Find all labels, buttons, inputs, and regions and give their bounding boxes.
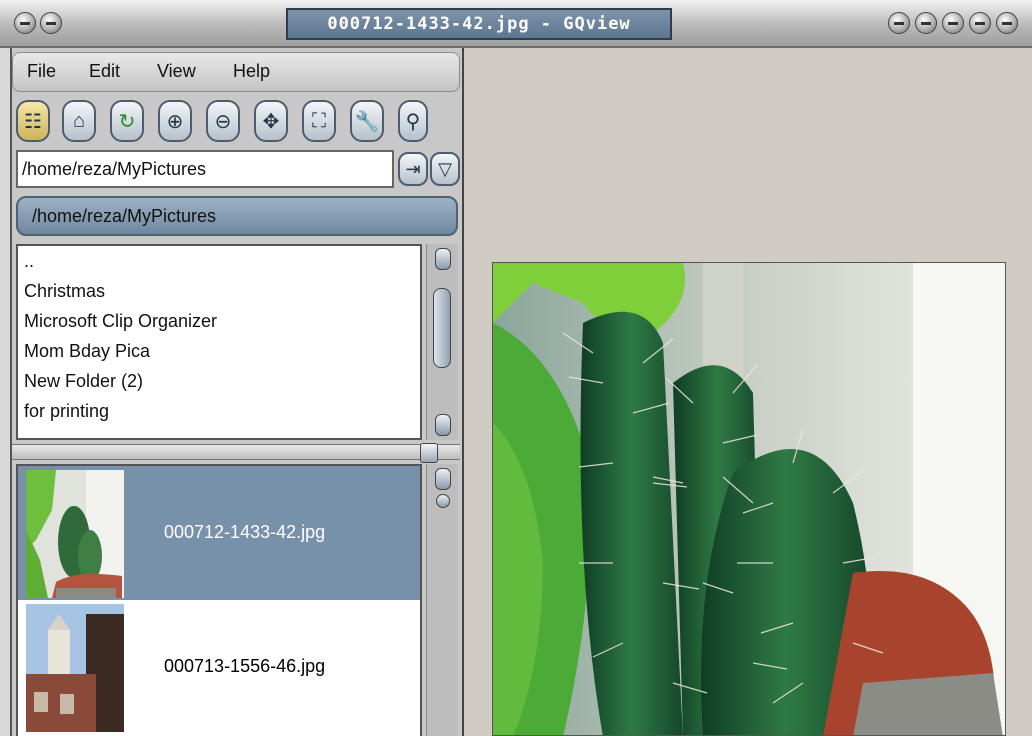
zoom-in-button[interactable]: ⊕ [158, 100, 192, 142]
scroll-thumb[interactable] [433, 288, 451, 368]
thumbnail-cactus [26, 470, 124, 598]
current-path-button[interactable]: /home/reza/MyPictures [16, 196, 458, 236]
path-input[interactable]: /home/reza/MyPictures [16, 150, 394, 188]
image-cactus [492, 262, 1006, 736]
scroll-thumb[interactable] [436, 494, 450, 508]
shade-button[interactable] [40, 12, 62, 34]
pin-icon: ⚲ [405, 110, 421, 133]
list-item[interactable]: Mom Bday Pica [18, 336, 420, 366]
close-button[interactable] [996, 12, 1018, 34]
window-title: 000712-1433-42.jpg - GQview [286, 8, 672, 40]
window-menu-button[interactable] [14, 12, 36, 34]
scroll-down-arrow[interactable] [435, 414, 451, 436]
go-button[interactable]: ⇥ [398, 152, 428, 186]
refresh-icon: ↻ [118, 110, 136, 133]
thumbnails-icon: ☷ [24, 110, 42, 133]
scroll-up-arrow[interactable] [435, 468, 451, 490]
list-item[interactable]: Christmas [18, 276, 420, 306]
menu-edit[interactable]: Edit [89, 61, 120, 82]
menu-bar: File Edit View Help [12, 52, 460, 92]
file-name: 000712-1433-42.jpg [164, 522, 326, 542]
list-item[interactable]: New Folder (2) [18, 366, 420, 396]
file-name: 000713-1556-46.jpg [164, 656, 326, 676]
menu-file[interactable]: File [27, 61, 56, 82]
zoom-in-icon: ⊕ [166, 110, 184, 133]
list-item[interactable]: for printing [18, 396, 420, 426]
title-bar[interactable]: 000712-1433-42.jpg - GQview [0, 0, 1032, 48]
menu-view[interactable]: View [157, 61, 196, 82]
minimize-button[interactable] [942, 12, 964, 34]
go-arrow-icon: ⇥ [405, 159, 421, 179]
window-button-2[interactable] [915, 12, 937, 34]
path-row: /home/reza/MyPictures ⇥ ▽ [16, 150, 462, 190]
gqview-window: 000712-1433-42.jpg - GQview File Edit Vi… [0, 0, 1032, 736]
fullscreen-icon: ⛶ [312, 109, 326, 132]
file-row[interactable]: 000713-1556-46.jpg [18, 600, 420, 734]
home-button[interactable]: ⌂ [62, 100, 96, 142]
refresh-button[interactable]: ↻ [110, 100, 144, 142]
toolbar: ☷ ⌂ ↻ ⊕ ⊖ ✥ ⛶ 🔧 ⚲ [16, 98, 460, 146]
maximize-button[interactable] [969, 12, 991, 34]
image-view-pane[interactable] [462, 48, 1032, 736]
home-icon: ⌂ [72, 109, 86, 132]
file-row-selected[interactable]: 000712-1433-42.jpg [18, 466, 420, 600]
history-dropdown-button[interactable]: ▽ [430, 152, 460, 186]
triangle-down-icon: ▽ [438, 159, 452, 179]
float-button[interactable]: ⚲ [398, 100, 428, 142]
list-item[interactable]: Microsoft Clip Organizer [18, 306, 420, 336]
file-list: 000712-1433-42.jpg 000713-1556-46.jpg [16, 464, 422, 736]
zoom-out-button[interactable]: ⊖ [206, 100, 240, 142]
directory-scrollbar[interactable] [426, 244, 458, 440]
thumbnails-toggle-button[interactable]: ☷ [16, 100, 50, 142]
thumbnail-building [26, 604, 124, 732]
browser-pane: File Edit View Help ☷ ⌂ ↻ ⊕ ⊖ ✥ ⛶ 🔧 ⚲ /h… [10, 48, 462, 736]
menu-help[interactable]: Help [233, 61, 270, 82]
list-item[interactable]: .. [18, 246, 420, 276]
splitter-handle[interactable] [420, 443, 438, 463]
directory-list: .. Christmas Microsoft Clip Organizer Mo… [16, 244, 422, 440]
settings-button[interactable]: 🔧 [350, 100, 384, 142]
zoom-fit-icon: ✥ [262, 110, 280, 133]
scroll-up-arrow[interactable] [435, 248, 451, 270]
fullscreen-button[interactable]: ⛶ [302, 100, 336, 142]
zoom-out-icon: ⊖ [214, 110, 232, 133]
wrench-icon: 🔧 [354, 110, 380, 133]
zoom-fit-button[interactable]: ✥ [254, 100, 288, 142]
window-button-1[interactable] [888, 12, 910, 34]
file-list-scrollbar[interactable] [426, 464, 458, 736]
pane-splitter[interactable] [12, 443, 460, 463]
